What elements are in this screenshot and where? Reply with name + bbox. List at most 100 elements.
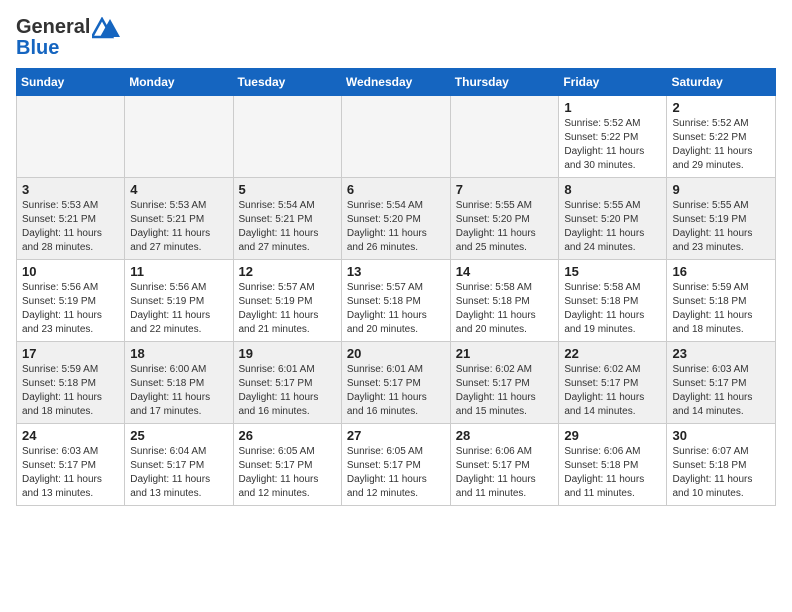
logo-icon (92, 17, 120, 39)
calendar-week-row: 1 Sunrise: 5:52 AM Sunset: 5:22 PM Daylig… (17, 96, 776, 178)
weekday-header-wednesday: Wednesday (341, 69, 450, 96)
day-number: 13 (347, 264, 445, 279)
calendar-cell: 5 Sunrise: 5:54 AM Sunset: 5:21 PM Daylig… (233, 178, 341, 260)
calendar-cell: 30 Sunrise: 6:07 AM Sunset: 5:18 PM Dayli… (667, 424, 776, 506)
calendar-cell: 4 Sunrise: 5:53 AM Sunset: 5:21 PM Daylig… (125, 178, 233, 260)
day-number: 26 (239, 428, 336, 443)
day-number: 25 (130, 428, 227, 443)
logo-area: General Blue (16, 16, 120, 60)
weekday-header-thursday: Thursday (450, 69, 559, 96)
day-info: Sunrise: 6:06 AM Sunset: 5:18 PM Dayligh… (564, 445, 661, 501)
calendar-week-row: 24Sunrise: 6:03 AM Sunset: 5:17 PM Dayli… (17, 424, 776, 506)
calendar-cell: 9Sunrise: 5:55 AM Sunset: 5:19 PM Daylig… (667, 178, 776, 260)
calendar-cell: 1 Sunrise: 5:52 AM Sunset: 5:22 PM Daylig… (559, 96, 667, 178)
day-info: Sunrise: 6:05 AM Sunset: 5:17 PM Dayligh… (239, 445, 336, 501)
calendar-cell (125, 96, 233, 178)
day-number: 30 (672, 428, 770, 443)
day-number: 4 (130, 182, 227, 197)
calendar-cell: 29 Sunrise: 6:06 AM Sunset: 5:18 PM Dayli… (559, 424, 667, 506)
logo-blue-part: Blue (16, 37, 59, 60)
day-info: Sunrise: 6:05 AM Sunset: 5:17 PM Dayligh… (347, 445, 445, 501)
calendar-cell: 26 Sunrise: 6:05 AM Sunset: 5:17 PM Dayli… (233, 424, 341, 506)
day-number: 23 (672, 346, 770, 361)
calendar-cell: 3Sunrise: 5:53 AM Sunset: 5:21 PM Daylig… (17, 178, 125, 260)
day-info: Sunrise: 5:58 AM Sunset: 5:18 PM Dayligh… (456, 281, 554, 337)
day-info: Sunrise: 6:06 AM Sunset: 5:17 PM Dayligh… (456, 445, 554, 501)
calendar-cell: 2Sunrise: 5:52 AM Sunset: 5:22 PM Daylig… (667, 96, 776, 178)
day-number: 15 (564, 264, 661, 279)
calendar-cell: 22 Sunrise: 6:02 AM Sunset: 5:17 PM Dayli… (559, 342, 667, 424)
calendar-table: SundayMondayTuesdayWednesdayThursdayFrid… (16, 68, 776, 506)
calendar-cell: 10 Sunrise: 5:56 AM Sunset: 5:19 PM Dayli… (17, 260, 125, 342)
day-number: 19 (239, 346, 336, 361)
logo-general-part: General (16, 16, 90, 39)
day-number: 6 (347, 182, 445, 197)
day-info: Sunrise: 5:53 AM Sunset: 5:21 PM Dayligh… (130, 199, 227, 255)
calendar-cell: 14 Sunrise: 5:58 AM Sunset: 5:18 PM Dayli… (450, 260, 559, 342)
day-info: Sunrise: 6:03 AM Sunset: 5:17 PM Dayligh… (672, 363, 770, 419)
calendar-cell: 12 Sunrise: 5:57 AM Sunset: 5:19 PM Dayli… (233, 260, 341, 342)
calendar-cell: 25Sunrise: 6:04 AM Sunset: 5:17 PM Dayli… (125, 424, 233, 506)
weekday-header-friday: Friday (559, 69, 667, 96)
day-info: Sunrise: 6:03 AM Sunset: 5:17 PM Dayligh… (22, 445, 119, 501)
day-info: Sunrise: 5:54 AM Sunset: 5:20 PM Dayligh… (347, 199, 445, 255)
calendar-cell: 15 Sunrise: 5:58 AM Sunset: 5:18 PM Dayli… (559, 260, 667, 342)
calendar-cell: 13 Sunrise: 5:57 AM Sunset: 5:18 PM Dayli… (341, 260, 450, 342)
day-info: Sunrise: 5:55 AM Sunset: 5:20 PM Dayligh… (564, 199, 661, 255)
calendar-header-row: SundayMondayTuesdayWednesdayThursdayFrid… (17, 69, 776, 96)
calendar-cell: 19 Sunrise: 6:01 AM Sunset: 5:17 PM Dayli… (233, 342, 341, 424)
calendar-cell (341, 96, 450, 178)
day-info: Sunrise: 5:58 AM Sunset: 5:18 PM Dayligh… (564, 281, 661, 337)
day-info: Sunrise: 6:02 AM Sunset: 5:17 PM Dayligh… (564, 363, 661, 419)
day-number: 11 (130, 264, 227, 279)
day-number: 17 (22, 346, 119, 361)
day-info: Sunrise: 5:52 AM Sunset: 5:22 PM Dayligh… (564, 117, 661, 173)
weekday-header-sunday: Sunday (17, 69, 125, 96)
calendar-cell: 11 Sunrise: 5:56 AM Sunset: 5:19 PM Dayli… (125, 260, 233, 342)
calendar-week-row: 17 Sunrise: 5:59 AM Sunset: 5:18 PM Dayli… (17, 342, 776, 424)
calendar-cell: 23 Sunrise: 6:03 AM Sunset: 5:17 PM Dayli… (667, 342, 776, 424)
day-info: Sunrise: 6:00 AM Sunset: 5:18 PM Dayligh… (130, 363, 227, 419)
day-number: 10 (22, 264, 119, 279)
calendar-cell: 7Sunrise: 5:55 AM Sunset: 5:20 PM Daylig… (450, 178, 559, 260)
day-info: Sunrise: 5:52 AM Sunset: 5:22 PM Dayligh… (672, 117, 770, 173)
day-info: Sunrise: 5:53 AM Sunset: 5:21 PM Dayligh… (22, 199, 119, 255)
day-number: 18 (130, 346, 227, 361)
day-info: Sunrise: 5:59 AM Sunset: 5:18 PM Dayligh… (672, 281, 770, 337)
weekday-header-tuesday: Tuesday (233, 69, 341, 96)
day-number: 29 (564, 428, 661, 443)
day-number: 28 (456, 428, 554, 443)
day-number: 12 (239, 264, 336, 279)
calendar-cell (233, 96, 341, 178)
day-number: 1 (564, 100, 661, 115)
calendar-cell: 17 Sunrise: 5:59 AM Sunset: 5:18 PM Dayli… (17, 342, 125, 424)
calendar-cell (450, 96, 559, 178)
weekday-header-monday: Monday (125, 69, 233, 96)
calendar-cell: 24Sunrise: 6:03 AM Sunset: 5:17 PM Dayli… (17, 424, 125, 506)
day-info: Sunrise: 5:57 AM Sunset: 5:18 PM Dayligh… (347, 281, 445, 337)
day-info: Sunrise: 5:55 AM Sunset: 5:20 PM Dayligh… (456, 199, 554, 255)
day-number: 22 (564, 346, 661, 361)
day-number: 5 (239, 182, 336, 197)
day-info: Sunrise: 6:01 AM Sunset: 5:17 PM Dayligh… (239, 363, 336, 419)
calendar-cell: 16 Sunrise: 5:59 AM Sunset: 5:18 PM Dayli… (667, 260, 776, 342)
day-number: 14 (456, 264, 554, 279)
day-info: Sunrise: 6:02 AM Sunset: 5:17 PM Dayligh… (456, 363, 554, 419)
day-info: Sunrise: 6:01 AM Sunset: 5:17 PM Dayligh… (347, 363, 445, 419)
day-number: 27 (347, 428, 445, 443)
calendar-cell: 21 Sunrise: 6:02 AM Sunset: 5:17 PM Dayli… (450, 342, 559, 424)
day-info: Sunrise: 5:56 AM Sunset: 5:19 PM Dayligh… (22, 281, 119, 337)
day-number: 8 (564, 182, 661, 197)
day-info: Sunrise: 5:57 AM Sunset: 5:19 PM Dayligh… (239, 281, 336, 337)
day-info: Sunrise: 5:56 AM Sunset: 5:19 PM Dayligh… (130, 281, 227, 337)
day-info: Sunrise: 5:54 AM Sunset: 5:21 PM Dayligh… (239, 199, 336, 255)
weekday-header-saturday: Saturday (667, 69, 776, 96)
day-info: Sunrise: 6:07 AM Sunset: 5:18 PM Dayligh… (672, 445, 770, 501)
calendar-cell: 18 Sunrise: 6:00 AM Sunset: 5:18 PM Dayli… (125, 342, 233, 424)
day-number: 21 (456, 346, 554, 361)
calendar-cell: 27 Sunrise: 6:05 AM Sunset: 5:17 PM Dayli… (341, 424, 450, 506)
calendar-cell: 20Sunrise: 6:01 AM Sunset: 5:17 PM Dayli… (341, 342, 450, 424)
day-info: Sunrise: 5:59 AM Sunset: 5:18 PM Dayligh… (22, 363, 119, 419)
day-number: 16 (672, 264, 770, 279)
calendar-cell: 8 Sunrise: 5:55 AM Sunset: 5:20 PM Daylig… (559, 178, 667, 260)
